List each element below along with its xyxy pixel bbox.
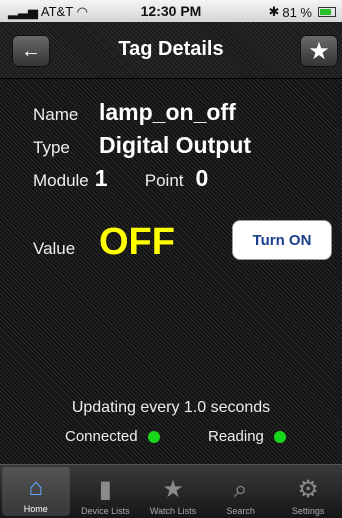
- star-icon: ★: [162, 476, 184, 503]
- bluetooth-icon: ✱: [268, 4, 280, 19]
- tab-label: Home: [23, 504, 48, 514]
- status-bar: ▂▃▅ AT&T ◠ 12:30 PM ✱ 81 %: [0, 0, 342, 22]
- tag-details-panel: Name lamp_on_off Type Digital Output Mod…: [0, 79, 342, 464]
- point-value: 0: [195, 165, 209, 191]
- battery-percent: 81 %: [282, 4, 312, 20]
- point-label: Point: [144, 171, 184, 190]
- type-label: Type: [33, 138, 70, 157]
- tab-label: Watch Lists: [149, 506, 197, 516]
- reading-status-dot: [273, 430, 286, 443]
- star-icon: ★: [308, 37, 330, 65]
- tab-watch-lists[interactable]: ★ Watch Lists: [139, 465, 207, 518]
- reading-indicator: Reading: [208, 428, 286, 445]
- document-icon: ▮: [98, 476, 112, 503]
- value-label: Value: [33, 239, 76, 258]
- name-label: Name: [33, 105, 79, 124]
- connected-label: Connected: [65, 428, 138, 445]
- search-icon: ⌕: [233, 476, 248, 503]
- navigation-bar: ← Tag Details ★: [0, 22, 342, 79]
- value-text: OFF: [99, 221, 175, 263]
- update-interval-text: Updating every 1.0 seconds: [71, 399, 271, 416]
- connected-status-dot: [147, 430, 160, 443]
- tab-search[interactable]: ⌕ Search: [207, 465, 275, 518]
- turn-on-button[interactable]: Turn ON: [232, 220, 332, 260]
- tab-label: Device Lists: [81, 506, 130, 516]
- tab-label: Search: [226, 506, 255, 516]
- tag-name: lamp_on_off: [99, 99, 236, 125]
- name-row: Name lamp_on_off: [33, 99, 236, 126]
- status-right: ✱ 81 %: [268, 4, 336, 20]
- tag-type: Digital Output: [99, 132, 252, 158]
- page-title: Tag Details: [118, 38, 224, 60]
- tab-device-lists[interactable]: ▮ Device Lists: [72, 465, 140, 518]
- tab-settings[interactable]: ⚙ Settings: [274, 465, 342, 518]
- value-row: Value OFF: [33, 221, 175, 264]
- home-icon: ⌂: [28, 474, 44, 501]
- module-row: Module 1 Point 0: [33, 165, 208, 192]
- gear-icon: ⚙: [297, 476, 319, 503]
- favorite-button[interactable]: ★: [300, 35, 338, 67]
- type-row: Type Digital Output: [33, 132, 251, 159]
- reading-label: Reading: [208, 428, 264, 445]
- connected-indicator: Connected: [65, 428, 160, 445]
- module-value: 1: [94, 165, 108, 191]
- tab-home[interactable]: ⌂ Home: [2, 467, 70, 516]
- tab-bar: ⌂ Home ▮ Device Lists ★ Watch Lists ⌕ Se…: [0, 464, 342, 518]
- battery-icon: [318, 7, 336, 17]
- module-label: Module: [33, 171, 89, 190]
- tab-label: Settings: [291, 506, 325, 516]
